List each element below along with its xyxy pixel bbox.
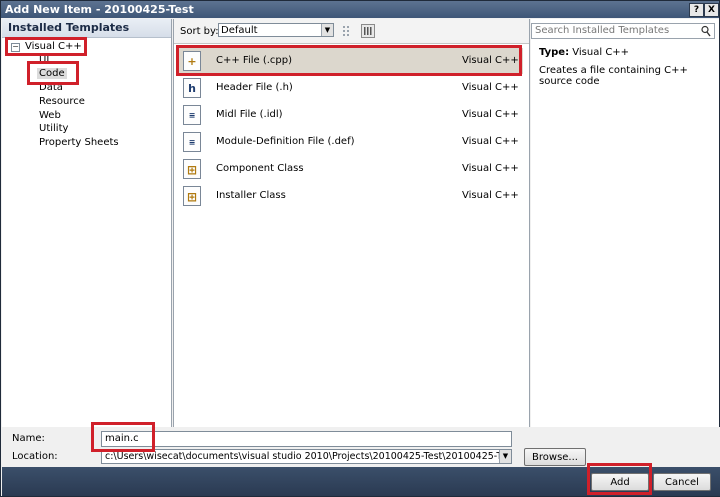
template-name: Component Class bbox=[216, 163, 304, 174]
installed-templates-pane: Installed Templates bbox=[2, 19, 172, 427]
template-description: Creates a file containing C++ source cod… bbox=[539, 65, 688, 87]
add-new-item-dialog: Add New Item - 20100425-Test ? X Install… bbox=[0, 0, 720, 497]
template-row-component-class[interactable]: ⊞ Component Class Visual C++ bbox=[177, 156, 523, 182]
name-label: Name: bbox=[12, 433, 45, 444]
component-class-icon: ⊞ bbox=[183, 159, 201, 179]
search-placeholder: Search Installed Templates bbox=[535, 25, 670, 36]
type-value: Visual C++ bbox=[572, 47, 630, 58]
location-label: Location: bbox=[12, 451, 58, 462]
template-row-header-file[interactable]: h Header File (.h) Visual C++ bbox=[177, 75, 523, 101]
template-name: Module-Definition File (.def) bbox=[216, 136, 355, 147]
template-language: Visual C++ bbox=[462, 55, 519, 66]
header-file-icon: h bbox=[183, 78, 201, 98]
name-input[interactable]: main.c bbox=[101, 431, 512, 447]
help-button[interactable]: ? bbox=[689, 3, 704, 17]
template-type: Type: Visual C++ bbox=[539, 47, 629, 58]
location-dropdown-icon[interactable]: ▼ bbox=[499, 450, 511, 463]
tree-item-ui[interactable]: UI bbox=[39, 55, 49, 66]
template-row-cpp-file[interactable]: + C++ File (.cpp) Visual C++ bbox=[177, 48, 523, 74]
location-value: c:\Users\wisecat\documents\visual studio… bbox=[105, 451, 507, 462]
location-input[interactable]: c:\Users\wisecat\documents\visual studio… bbox=[101, 449, 512, 464]
add-button[interactable]: Add bbox=[591, 473, 649, 491]
template-row-def-file[interactable]: ≡ Module-Definition File (.def) Visual C… bbox=[177, 129, 523, 155]
def-file-icon: ≡ bbox=[183, 132, 201, 152]
installed-templates-header: Installed Templates bbox=[2, 19, 171, 38]
tree-item-property-sheets[interactable]: Property Sheets bbox=[39, 137, 119, 148]
template-language: Visual C++ bbox=[462, 163, 519, 174]
template-language: Visual C++ bbox=[462, 136, 519, 147]
search-templates-input[interactable]: Search Installed Templates bbox=[531, 23, 715, 39]
browse-button[interactable]: Browse... bbox=[524, 448, 586, 466]
tree-item-web[interactable]: Web bbox=[39, 110, 61, 121]
title-bar[interactable]: Add New Item - 20100425-Test ? X bbox=[1, 1, 719, 18]
sort-by-label: Sort by: bbox=[180, 26, 219, 37]
tree-item-code[interactable]: Code bbox=[37, 68, 67, 79]
dropdown-arrow-icon[interactable]: ▼ bbox=[321, 24, 333, 36]
template-row-midl-file[interactable]: ≡ Midl File (.idl) Visual C++ bbox=[177, 102, 523, 128]
cancel-button[interactable]: Cancel bbox=[653, 473, 711, 491]
tree-item-utility[interactable]: Utility bbox=[39, 123, 68, 134]
template-language: Visual C++ bbox=[462, 190, 519, 201]
detail-view-icon[interactable] bbox=[361, 24, 375, 38]
collapse-toggle-icon[interactable]: − bbox=[11, 43, 20, 52]
template-list-pane: Sort by: Default ▼ + C++ File (.cpp) Vis… bbox=[173, 19, 530, 427]
cpp-file-icon: + bbox=[183, 51, 201, 71]
list-view-icon[interactable] bbox=[342, 24, 354, 36]
sort-by-value: Default bbox=[221, 25, 258, 36]
installer-class-icon: ⊞ bbox=[183, 186, 201, 206]
template-language: Visual C++ bbox=[462, 82, 519, 93]
close-button[interactable]: X bbox=[704, 3, 719, 17]
tree-item-resource[interactable]: Resource bbox=[39, 96, 85, 107]
search-icon[interactable] bbox=[701, 25, 711, 37]
type-label: Type: bbox=[539, 47, 570, 58]
tree-root-visual-cpp[interactable]: Visual C++ bbox=[25, 41, 82, 52]
template-name: C++ File (.cpp) bbox=[216, 55, 293, 66]
dialog-title: Add New Item - 20100425-Test bbox=[5, 3, 194, 16]
midl-file-icon: ≡ bbox=[183, 105, 201, 125]
template-toolbar: Sort by: Default ▼ bbox=[174, 19, 529, 44]
template-language: Visual C++ bbox=[462, 109, 519, 120]
sort-by-select[interactable]: Default ▼ bbox=[218, 23, 334, 37]
template-row-installer-class[interactable]: ⊞ Installer Class Visual C++ bbox=[177, 183, 523, 209]
template-name: Installer Class bbox=[216, 190, 286, 201]
tree-item-data[interactable]: Data bbox=[39, 82, 63, 93]
template-name: Midl File (.idl) bbox=[216, 109, 283, 120]
template-name: Header File (.h) bbox=[216, 82, 293, 93]
